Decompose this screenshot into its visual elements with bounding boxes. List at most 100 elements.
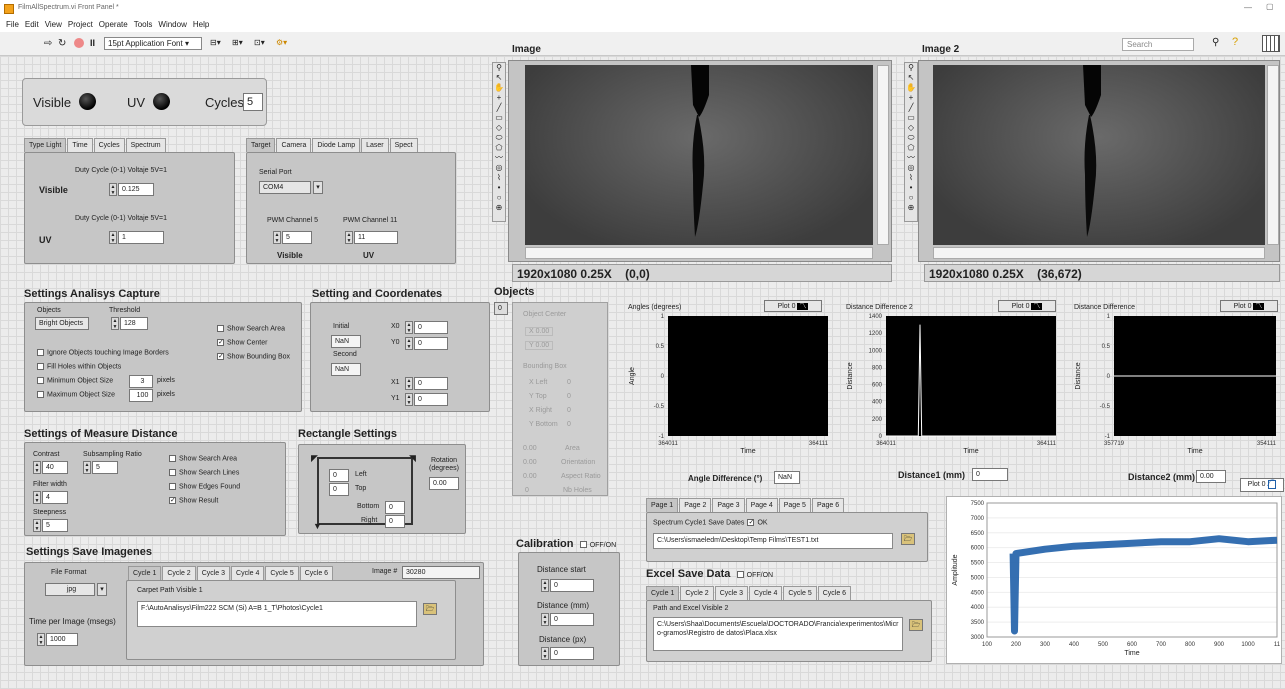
uv-duty-field[interactable]: 1 xyxy=(118,231,164,244)
amplitude-plot-legend[interactable]: Plot 0 ⁄⁀ xyxy=(1240,478,1284,492)
subsampling-field[interactable]: 5 xyxy=(92,461,118,474)
measure-show-search-area-check[interactable]: Show Search Area xyxy=(169,455,237,462)
save-tab-cycle3[interactable]: Cycle 3 xyxy=(196,566,231,580)
rect-right-field[interactable]: 0 xyxy=(385,515,405,528)
show-result-check[interactable]: ✓ Show Result xyxy=(169,497,218,504)
excel-path-field[interactable]: C:\Users\Shaa\Documents\Escuela\DOCTORAD… xyxy=(653,617,903,651)
threshold-spin[interactable]: ▲ ▼ xyxy=(111,317,119,330)
show-search-area-check[interactable]: Show Search Area xyxy=(217,325,285,332)
cycles-field[interactable]: 5 xyxy=(243,93,263,111)
pan-tool-icon[interactable]: ✋ xyxy=(905,83,917,93)
contrast-spin[interactable]: ▲ ▼ xyxy=(33,461,41,474)
pointer-tool-icon[interactable]: ↖ xyxy=(905,73,917,83)
page-tab-2[interactable]: Page 2 xyxy=(679,498,712,512)
subsampling-spin[interactable]: ▲ ▼ xyxy=(83,461,91,474)
steepness-spin[interactable]: ▲ ▼ xyxy=(33,519,41,532)
excel-tab-cycle3[interactable]: Cycle 3 xyxy=(714,586,749,600)
search-icon[interactable]: ⚲ xyxy=(1212,37,1219,48)
tab-cycles[interactable]: Cycles xyxy=(93,138,125,152)
align-icon[interactable]: ⊟▾ xyxy=(210,38,221,47)
line-tool-icon[interactable]: ╱ xyxy=(493,103,505,113)
search-input[interactable]: Search xyxy=(1122,38,1194,51)
show-bbox-check[interactable]: ✓ Show Bounding Box xyxy=(217,353,290,360)
excel-browse-button[interactable]: 🗁 xyxy=(909,619,923,631)
image1-hscroll[interactable] xyxy=(525,247,873,259)
show-edges-check[interactable]: Show Edges Found xyxy=(169,483,240,490)
excel-tab-cycle6[interactable]: Cycle 6 xyxy=(817,586,852,600)
polygon-tool-icon[interactable]: ⬠ xyxy=(905,143,917,153)
pwm11-spin[interactable]: ▲ ▼ xyxy=(345,231,353,244)
serial-port-dropdown[interactable]: ▾ xyxy=(313,181,323,194)
abort-icon[interactable] xyxy=(74,38,84,48)
freehand-tool-icon[interactable]: 〰 xyxy=(905,153,917,163)
rotation-field[interactable]: 0.00 xyxy=(429,477,459,490)
save-tab-cycle2[interactable]: Cycle 2 xyxy=(162,566,196,580)
min-size-field[interactable]: 3 xyxy=(129,375,153,388)
menu-operate[interactable]: Operate xyxy=(99,20,128,32)
reorder-icon[interactable]: ⚙▾ xyxy=(276,38,287,47)
save-tab-cycle5[interactable]: Cycle 5 xyxy=(265,566,299,580)
tab-laser[interactable]: Laser xyxy=(361,138,389,152)
polygon-tool-icon[interactable]: ⬠ xyxy=(493,143,505,153)
font-select[interactable]: 15pt Application Font ▾ xyxy=(104,37,202,50)
tab-spectrum[interactable]: Spectrum xyxy=(125,138,166,152)
min-size-check[interactable]: Minimum Object Size xyxy=(37,377,113,384)
oval-tool-icon[interactable]: ⬭ xyxy=(905,133,917,143)
tab-target[interactable]: Target xyxy=(246,138,276,152)
max-size-check[interactable]: Maximum Object Size xyxy=(37,391,115,398)
carpet-browse-button[interactable]: 🗁 xyxy=(423,603,437,615)
pause-icon[interactable]: II xyxy=(90,38,95,48)
excel-toggle[interactable] xyxy=(736,571,744,579)
pwm11-field[interactable]: 11 xyxy=(354,231,398,244)
save-tab-cycle1[interactable]: Cycle 1 xyxy=(128,566,162,580)
menu-help[interactable]: Help xyxy=(193,20,209,32)
spectrum-save-check[interactable]: Spectrum Cycle1 Save Dates ✓ OK xyxy=(653,519,768,526)
menu-view[interactable]: View xyxy=(45,20,62,32)
tab-diode-lamp[interactable]: Diode Lamp xyxy=(312,138,361,152)
rotated-rect-tool-icon[interactable]: ◇ xyxy=(905,123,917,133)
connector-pane-icon[interactable] xyxy=(1262,35,1280,52)
excel-tab-cycle2[interactable]: Cycle 2 xyxy=(680,586,714,600)
contrast-field[interactable]: 40 xyxy=(42,461,68,474)
x0-field[interactable]: 0 xyxy=(414,321,448,334)
crosshair-tool-icon[interactable]: + xyxy=(905,93,917,103)
distance-px-spin[interactable]: ▲ ▼ xyxy=(541,647,549,660)
filter-width-spin[interactable]: ▲ ▼ xyxy=(33,491,41,504)
rotated-rect-tool-icon[interactable]: ◇ xyxy=(493,123,505,133)
distance-mm-spin[interactable]: ▲ ▼ xyxy=(541,613,549,626)
pointer-tool-icon[interactable]: ↖ xyxy=(493,73,505,83)
excel-tab-cycle4[interactable]: Cycle 4 xyxy=(749,586,783,600)
menu-project[interactable]: Project xyxy=(68,20,93,32)
magnify-tool-icon[interactable]: ⊕ xyxy=(905,203,917,213)
spectrum-path-field[interactable]: C:\Users\ismaeledm\Desktop\Temp Films\TE… xyxy=(653,533,893,549)
page-tab-3[interactable]: Page 3 xyxy=(712,498,745,512)
menu-window[interactable]: Window xyxy=(158,20,186,32)
image2-hscroll[interactable] xyxy=(933,247,1265,259)
carpet-path-field[interactable]: F:\AutoAnalisys\Film222 SCM (Si) A=B 1_T… xyxy=(137,601,417,627)
distance-mm-field[interactable]: 0 xyxy=(550,613,594,626)
image1-vscroll[interactable] xyxy=(877,65,889,245)
resize-icon[interactable]: ⊡▾ xyxy=(254,38,265,47)
circle-tool-icon[interactable]: ○ xyxy=(493,193,505,203)
annulus-tool-icon[interactable]: ◎ xyxy=(493,163,505,173)
tab-time[interactable]: Time xyxy=(67,138,93,152)
uv-duty-spin[interactable]: ▲ ▼ xyxy=(109,231,117,244)
save-tab-cycle4[interactable]: Cycle 4 xyxy=(231,566,265,580)
image2-display[interactable] xyxy=(918,60,1280,262)
page-tab-6[interactable]: Page 6 xyxy=(811,498,845,512)
tab-type-light[interactable]: Type Light xyxy=(24,138,67,152)
y1-spin[interactable]: ▲ ▼ xyxy=(405,393,413,406)
page-tab-4[interactable]: Page 4 xyxy=(745,498,778,512)
y0-field[interactable]: 0 xyxy=(414,337,448,350)
oval-tool-icon[interactable]: ⬭ xyxy=(493,133,505,143)
rect-bottom-field[interactable]: 0 xyxy=(385,501,405,514)
visible-duty-spin[interactable]: ▲ ▼ xyxy=(109,183,117,196)
point-tool-icon[interactable]: • xyxy=(905,183,917,193)
rect-tool-icon[interactable]: ▭ xyxy=(905,113,917,123)
rect-top-field[interactable]: 0 xyxy=(329,483,349,496)
distance-start-field[interactable]: 0 xyxy=(550,579,594,592)
angles-plot-legend[interactable]: Plot 0 〽 xyxy=(764,300,822,312)
objects-select[interactable]: Bright Objects xyxy=(35,317,89,330)
distance-start-spin[interactable]: ▲ ▼ xyxy=(541,579,549,592)
pwm5-spin[interactable]: ▲ ▼ xyxy=(273,231,281,244)
